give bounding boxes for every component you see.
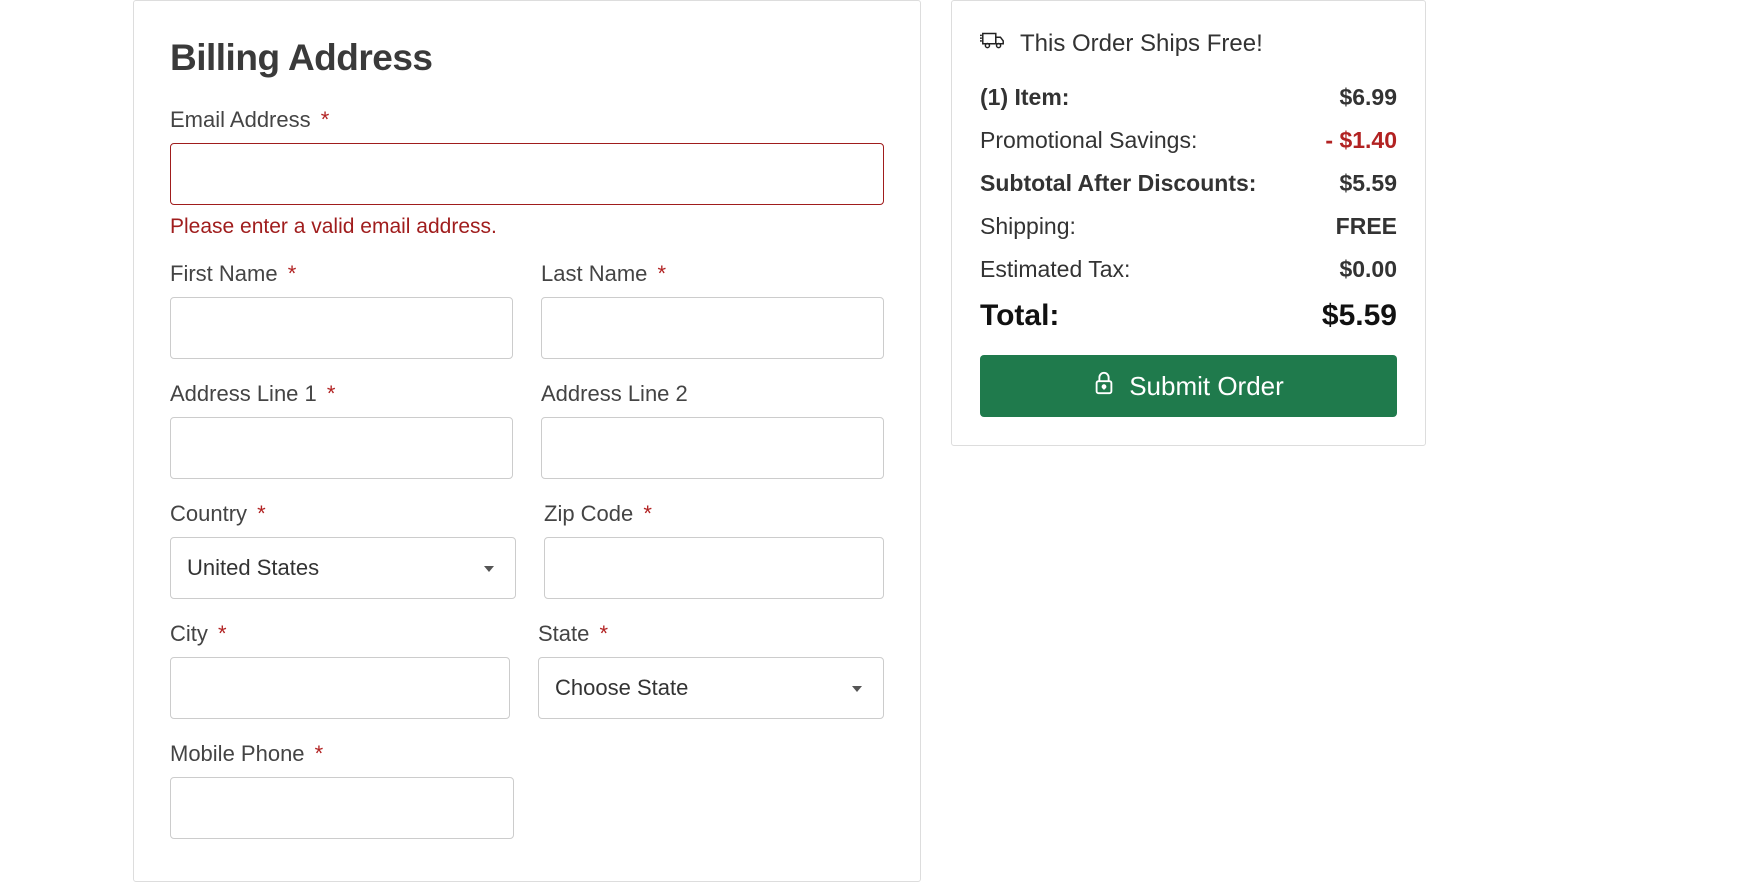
summary-tax-label: Estimated Tax: (980, 256, 1130, 283)
summary-promo-label: Promotional Savings: (980, 127, 1197, 154)
summary-shipping-row: Shipping: FREE (980, 213, 1397, 240)
summary-shipping-label: Shipping: (980, 213, 1076, 240)
country-select[interactable] (170, 537, 516, 599)
summary-items-label: (1) Item: (980, 84, 1069, 111)
address1-label: Address Line 1 * (170, 381, 513, 407)
required-asterisk: * (288, 261, 297, 286)
summary-total-row: Total: $5.59 (980, 299, 1397, 333)
first-name-label-text: First Name (170, 261, 278, 286)
required-asterisk: * (321, 107, 330, 132)
address2-label: Address Line 2 (541, 381, 884, 407)
city-field[interactable] (170, 657, 510, 719)
summary-tax-value: $0.00 (1339, 256, 1397, 283)
email-field[interactable] (170, 143, 884, 205)
submit-order-label: Submit Order (1129, 371, 1284, 402)
summary-subtotal-row: Subtotal After Discounts: $5.59 (980, 170, 1397, 197)
mobile-label: Mobile Phone * (170, 741, 514, 767)
summary-total-label: Total: (980, 299, 1059, 333)
country-label-text: Country (170, 501, 247, 526)
zip-label: Zip Code * (544, 501, 884, 527)
billing-title: Billing Address (170, 37, 884, 79)
order-summary-card: This Order Ships Free! (1) Item: $6.99 P… (951, 0, 1426, 446)
required-asterisk: * (600, 621, 609, 646)
required-asterisk: * (218, 621, 227, 646)
email-error: Please enter a valid email address. (170, 215, 884, 239)
summary-items-value: $6.99 (1339, 84, 1397, 111)
summary-subtotal-label: Subtotal After Discounts: (980, 170, 1256, 197)
address1-label-text: Address Line 1 (170, 381, 317, 406)
ships-free-banner: This Order Ships Free! (980, 29, 1397, 58)
mobile-label-text: Mobile Phone (170, 741, 305, 766)
last-name-label-text: Last Name (541, 261, 647, 286)
required-asterisk: * (643, 501, 652, 526)
summary-items-row: (1) Item: $6.99 (980, 84, 1397, 111)
address2-label-text: Address Line 2 (541, 381, 688, 406)
ships-free-text: This Order Ships Free! (1020, 30, 1263, 58)
submit-order-button[interactable]: Submit Order (980, 355, 1397, 417)
email-label-text: Email Address (170, 107, 311, 132)
zip-label-text: Zip Code (544, 501, 633, 526)
required-asterisk: * (658, 261, 667, 286)
billing-address-card: Billing Address Email Address * Please e… (133, 0, 921, 882)
summary-promo-value: - $1.40 (1325, 127, 1397, 154)
address1-field[interactable] (170, 417, 513, 479)
state-select[interactable] (538, 657, 884, 719)
first-name-field[interactable] (170, 297, 513, 359)
required-asterisk: * (315, 741, 324, 766)
city-label-text: City (170, 621, 208, 646)
summary-shipping-value: FREE (1336, 213, 1397, 240)
state-label: State * (538, 621, 884, 647)
required-asterisk: * (257, 501, 266, 526)
first-name-label: First Name * (170, 261, 513, 287)
email-label: Email Address * (170, 107, 884, 133)
zip-field[interactable] (544, 537, 884, 599)
state-label-text: State (538, 621, 589, 646)
summary-tax-row: Estimated Tax: $0.00 (980, 256, 1397, 283)
lock-icon (1093, 371, 1115, 402)
summary-subtotal-value: $5.59 (1339, 170, 1397, 197)
city-label: City * (170, 621, 510, 647)
last-name-field[interactable] (541, 297, 884, 359)
truck-icon (980, 29, 1006, 58)
required-asterisk: * (327, 381, 336, 406)
summary-total-value: $5.59 (1322, 299, 1397, 333)
country-label: Country * (170, 501, 516, 527)
summary-promo-row: Promotional Savings: - $1.40 (980, 127, 1397, 154)
mobile-field[interactable] (170, 777, 514, 839)
address2-field[interactable] (541, 417, 884, 479)
last-name-label: Last Name * (541, 261, 884, 287)
